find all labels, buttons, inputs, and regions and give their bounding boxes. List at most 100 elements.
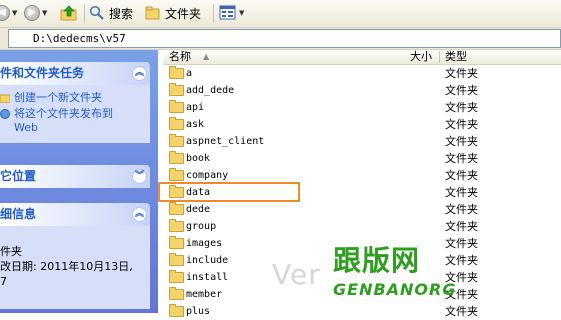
file-name: api — [186, 102, 205, 113]
views-button[interactable]: ▼ — [219, 3, 244, 23]
tasks-panel-body: 创建一个新文件夹 将这个文件夹发布到 Web — [0, 85, 150, 143]
chevron-down-icon: ▼ — [12, 9, 18, 17]
file-name: dede — [186, 204, 211, 215]
details-panel-header[interactable]: 细信息 ︽ — [0, 203, 150, 226]
column-name[interactable]: 名称 — [169, 50, 191, 64]
collapse-icon[interactable]: ︽ — [132, 207, 147, 222]
task-pane: 件和文件夹任务 ︽ 创建一个新文件夹 将这个文件夹发布到 Web 它位置 ︾ 细… — [0, 50, 158, 313]
file-type: 文件夹 — [445, 67, 478, 80]
file-name: group — [186, 221, 217, 232]
detail-line: 7 — [0, 275, 7, 288]
folder-icon — [169, 287, 184, 300]
file-type: 文件夹 — [445, 305, 478, 318]
watermark-logo: 跟版网 — [333, 244, 421, 277]
file-type: 文件夹 — [445, 203, 478, 216]
places-panel-title: 它位置 — [0, 169, 37, 183]
detail-line — [0, 229, 150, 244]
file-type: 文件夹 — [445, 101, 478, 114]
task-new-folder[interactable]: 创建一个新文件夹 — [0, 91, 150, 105]
file-name: aspnet_client — [186, 136, 265, 147]
folder-icon — [169, 270, 184, 283]
tasks-panel: 件和文件夹任务 ︽ 创建一个新文件夹 将这个文件夹发布到 Web — [0, 62, 150, 143]
file-name: add_dede — [186, 85, 235, 96]
up-button[interactable] — [60, 3, 78, 23]
file-row[interactable]: a 文件夹 — [163, 65, 561, 82]
task-publish-web[interactable]: 将这个文件夹发布到 Web — [0, 107, 150, 135]
chevron-down-icon: ▼ — [42, 9, 48, 17]
file-name: a — [186, 68, 193, 79]
back-button[interactable]: ◀ ▼ — [0, 3, 17, 23]
file-type: 文件夹 — [445, 169, 478, 182]
folder-icon — [169, 134, 184, 147]
tasks-panel-header[interactable]: 件和文件夹任务 ︽ — [0, 62, 150, 85]
file-type: 文件夹 — [445, 135, 478, 148]
folder-icon — [169, 202, 184, 215]
task-publish-web-label: 将这个文件夹发布到 Web — [14, 107, 113, 134]
file-type: 文件夹 — [445, 152, 478, 165]
folder-icon — [169, 66, 184, 79]
folder-icon — [169, 219, 184, 232]
details-panel-body: 件夹 改日期: 2011年10月13日, 7 — [0, 226, 150, 309]
file-row[interactable]: dede 文件夹 — [163, 201, 561, 218]
file-name: images — [186, 238, 223, 249]
details-panel-title: 细信息 — [0, 207, 37, 221]
column-size[interactable]: 大小 — [410, 50, 432, 64]
toolbar: ◀ ▼ ▶ ▼ 搜索 文件夹 ▼ — [0, 0, 561, 28]
address-bar: D:\dedecms\v57 — [0, 28, 561, 50]
folder-up-icon — [60, 5, 77, 21]
publish-web-icon — [0, 109, 10, 119]
tasks-panel-title: 件和文件夹任务 — [0, 66, 85, 80]
file-name: company — [186, 170, 229, 181]
search-label: 搜索 — [109, 6, 134, 21]
folder-icon — [169, 151, 184, 164]
forward-button[interactable]: ▶ ▼ — [24, 3, 47, 23]
detail-line: 件夹 — [0, 245, 22, 258]
folder-icon — [169, 304, 184, 317]
highlight-box — [158, 182, 300, 202]
expand-icon[interactable]: ︾ — [132, 169, 147, 184]
detail-line: 改日期: 2011年10月13日, — [0, 260, 133, 273]
task-new-folder-label: 创建一个新文件夹 — [14, 91, 102, 104]
column-type[interactable]: 类型 — [445, 50, 467, 64]
forward-arrow-icon: ▶ — [24, 5, 40, 21]
file-row[interactable]: ask 文件夹 — [163, 116, 561, 133]
file-name: install — [186, 272, 229, 283]
watermark-text: Ver — [272, 258, 321, 291]
file-type: 文件夹 — [445, 118, 478, 131]
file-row[interactable]: plus 文件夹 — [163, 303, 561, 320]
file-type: 文件夹 — [445, 237, 478, 250]
folder-icon — [169, 100, 184, 113]
folder-icon — [169, 117, 184, 130]
details-panel: 细信息 ︽ 件夹 改日期: 2011年10月13日, 7 — [0, 203, 150, 309]
file-name: member — [186, 289, 223, 300]
places-panel-header[interactable]: 它位置 ︾ — [0, 165, 150, 188]
file-name: book — [186, 153, 211, 164]
search-button[interactable]: 搜索 — [89, 3, 133, 23]
address-input[interactable]: D:\dedecms\v57 — [8, 29, 561, 48]
file-row[interactable]: aspnet_client 文件夹 — [163, 133, 561, 150]
file-type: 文件夹 — [445, 186, 478, 199]
folder-icon — [169, 253, 184, 266]
folders-button[interactable]: 文件夹 — [145, 3, 201, 23]
file-name: ask — [186, 119, 205, 130]
file-type: 文件夹 — [445, 254, 478, 267]
search-icon — [89, 5, 104, 20]
file-type: 文件夹 — [445, 84, 478, 97]
sort-ascending-icon: ▲ — [203, 52, 210, 61]
places-panel: 它位置 ︾ — [0, 165, 150, 188]
watermark-url: GENBANORG — [333, 280, 457, 299]
folder-icon — [169, 236, 184, 249]
file-row[interactable]: group 文件夹 — [163, 218, 561, 235]
folder-icon — [169, 83, 184, 96]
new-folder-icon — [0, 94, 10, 103]
file-row[interactable]: book 文件夹 — [163, 150, 561, 167]
chevron-down-icon: ▼ — [239, 9, 245, 17]
file-name: include — [186, 255, 229, 266]
file-row[interactable]: add_dede 文件夹 — [163, 82, 561, 99]
file-type: 文件夹 — [445, 220, 478, 233]
folders-label: 文件夹 — [165, 6, 202, 21]
collapse-icon[interactable]: ︽ — [132, 66, 147, 81]
back-arrow-icon: ◀ — [0, 5, 10, 21]
views-icon — [219, 5, 236, 20]
file-row[interactable]: api 文件夹 — [163, 99, 561, 116]
